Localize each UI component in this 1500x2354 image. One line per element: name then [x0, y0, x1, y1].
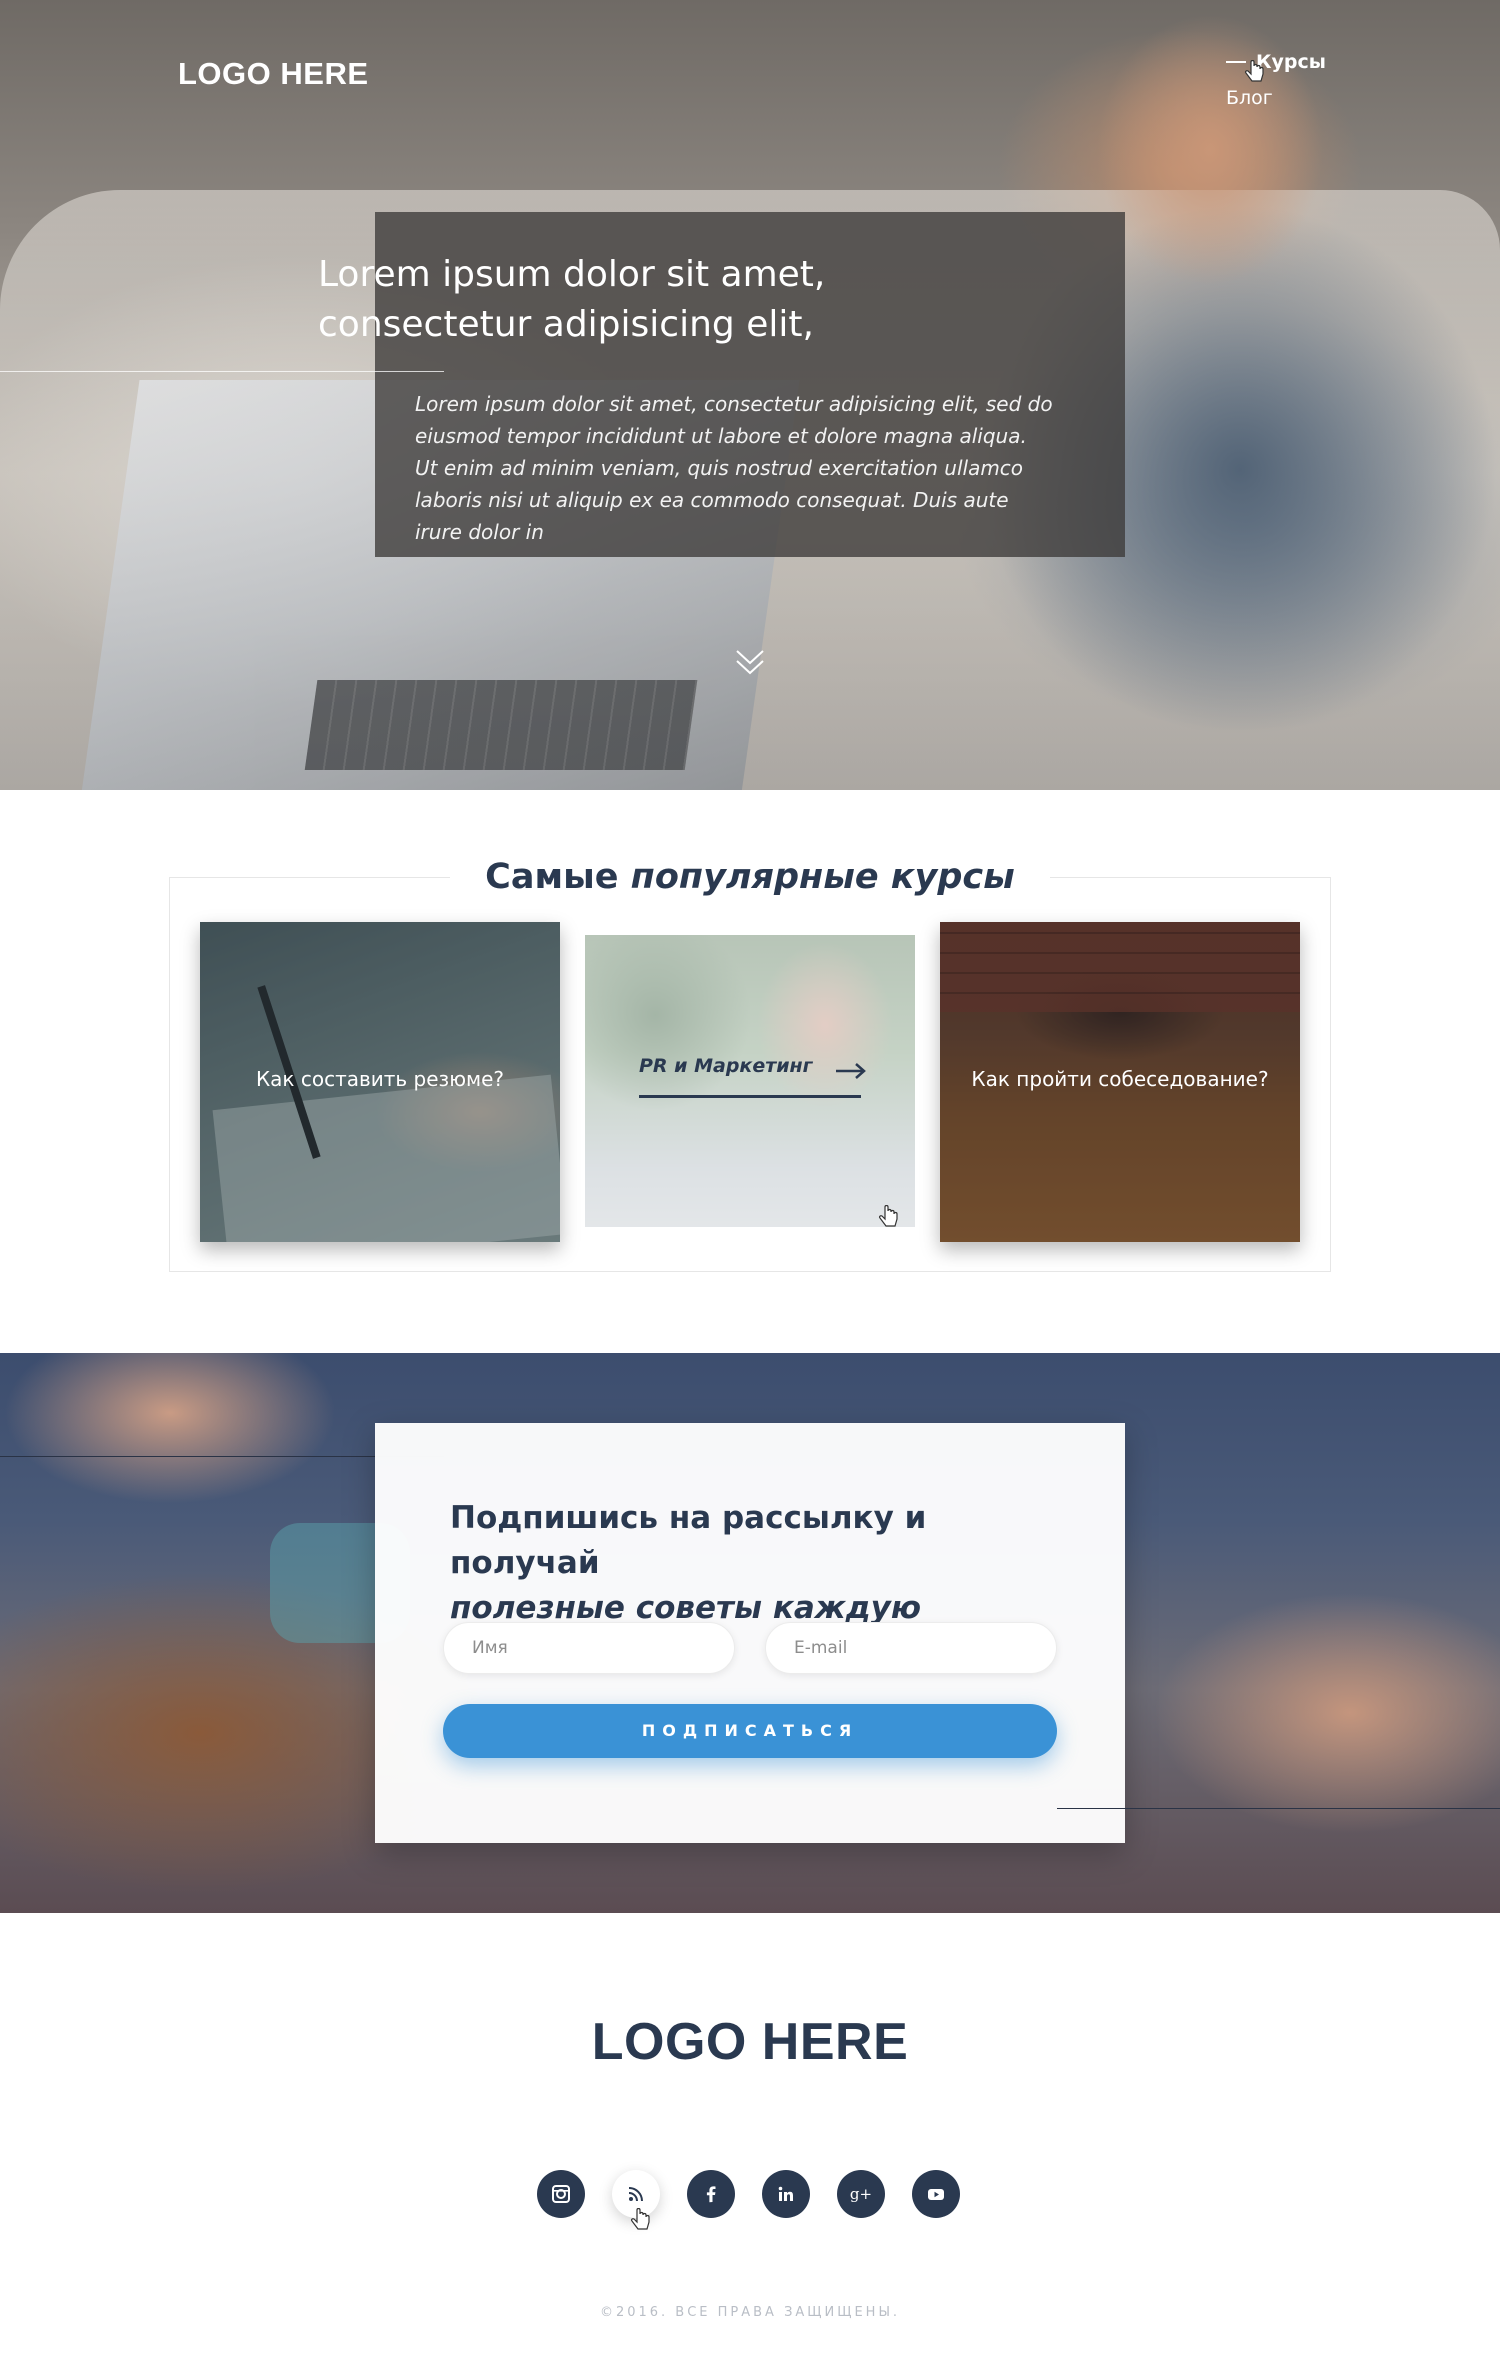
footer-logo[interactable]: LOGO HERE	[0, 2012, 1500, 2072]
name-field[interactable]: Имя	[443, 1622, 735, 1674]
youtube-icon[interactable]	[912, 2170, 960, 2218]
subscribe-title-line1: Подпишись на рассылку и получай	[450, 1500, 927, 1581]
subscribe-button[interactable]: ПОДПИСАТЬСЯ	[443, 1704, 1057, 1758]
facebook-icon[interactable]	[687, 2170, 735, 2218]
instagram-icon[interactable]	[537, 2170, 585, 2218]
courses-title-regular: Самые	[485, 857, 631, 897]
course-card-resume[interactable]: Как составить резюме?	[200, 922, 560, 1242]
course-card-underline	[639, 1095, 861, 1098]
course-card-label: Как составить резюме?	[255, 1067, 505, 1091]
google-plus-icon[interactable]: g+	[837, 2170, 885, 2218]
subscribe-divider-right	[1057, 1808, 1500, 1809]
hero-divider-line	[0, 371, 444, 372]
hand-cursor-icon	[879, 1205, 898, 1227]
nav-item-blog-label: Блог	[1226, 87, 1273, 109]
nav-item-courses[interactable]: Курсы	[1226, 44, 1326, 80]
nav-item-courses-label: Курсы	[1256, 51, 1326, 73]
courses-title-bold: популярные курсы	[630, 857, 1015, 897]
social-links: g+	[537, 2170, 967, 2220]
chevron-double-down-icon[interactable]	[735, 645, 765, 679]
hero-title-line1: Lorem ipsum dolor sit amet,	[318, 254, 826, 295]
svg-text:g+: g+	[850, 2185, 872, 2203]
copyright-text: ©2016. ВСЕ ПРАВА ЗАЩИЩЕНЫ.	[599, 2305, 901, 2320]
hero-title-line2: consectetur adipisicing elit,	[318, 304, 814, 345]
hero-description: Lorem ipsum dolor sit amet, consectetur …	[415, 392, 1053, 544]
header-logo[interactable]: LOGO HERE	[178, 56, 369, 92]
course-card-label: PR и Маркетинг	[639, 1055, 813, 1077]
course-card-interview[interactable]: Как пройти собеседование?	[940, 922, 1300, 1242]
hero-title: Lorem ipsum dolor sit amet, consectetur …	[318, 250, 878, 350]
arrow-right-icon	[836, 1063, 866, 1079]
nav-item-blog[interactable]: Блог	[1226, 80, 1326, 116]
course-card-pr-marketing[interactable]: PR и Маркетинг	[585, 935, 915, 1227]
email-field[interactable]: E-mail	[765, 1622, 1057, 1674]
hand-cursor-icon	[1245, 60, 1264, 82]
linkedin-icon[interactable]	[762, 2170, 810, 2218]
courses-title: Самые популярные курсы	[450, 850, 1050, 904]
main-nav: Курсы Блог	[1226, 44, 1326, 116]
active-indicator	[1226, 61, 1246, 63]
hand-cursor-icon	[631, 2208, 650, 2230]
course-card-label: Как пройти собеседование?	[971, 1067, 1269, 1091]
